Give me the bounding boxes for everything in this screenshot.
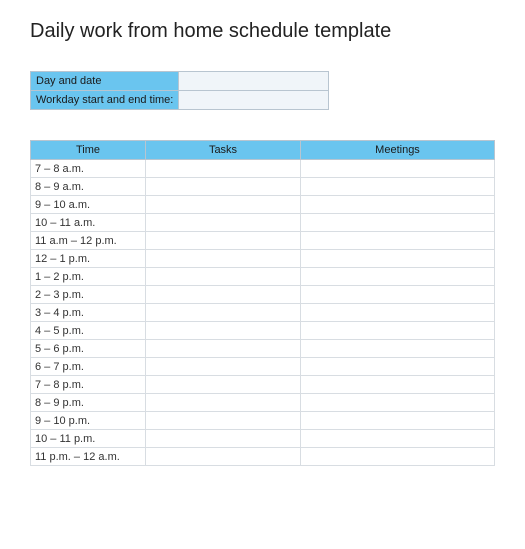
info-label: Workday start and end time: [31,91,179,110]
schedule-header-row: Time Tasks Meetings [31,141,495,160]
info-row: Day and date [31,72,329,91]
cell-meetings[interactable] [301,430,495,448]
cell-meetings[interactable] [301,448,495,466]
table-row: 10 – 11 p.m. [31,430,495,448]
table-row: 6 – 7 p.m. [31,358,495,376]
info-row: Workday start and end time: [31,91,329,110]
table-row: 3 – 4 p.m. [31,304,495,322]
info-label: Day and date [31,72,179,91]
table-row: 5 – 6 p.m. [31,340,495,358]
cell-time: 9 – 10 p.m. [31,412,146,430]
cell-tasks[interactable] [146,196,301,214]
cell-time: 11 a.m – 12 p.m. [31,232,146,250]
table-row: 11 a.m – 12 p.m. [31,232,495,250]
cell-meetings[interactable] [301,340,495,358]
cell-tasks[interactable] [146,268,301,286]
cell-tasks[interactable] [146,376,301,394]
cell-meetings[interactable] [301,286,495,304]
cell-time: 6 – 7 p.m. [31,358,146,376]
cell-meetings[interactable] [301,160,495,178]
cell-meetings[interactable] [301,358,495,376]
table-row: 8 – 9 p.m. [31,394,495,412]
page-title: Daily work from home schedule template [30,20,495,43]
cell-tasks[interactable] [146,304,301,322]
cell-tasks[interactable] [146,232,301,250]
table-row: 9 – 10 a.m. [31,196,495,214]
cell-tasks[interactable] [146,322,301,340]
info-value[interactable] [179,91,329,110]
table-row: 11 p.m. – 12 a.m. [31,448,495,466]
schedule-table: Time Tasks Meetings 7 – 8 a.m.8 – 9 a.m.… [30,140,495,466]
cell-time: 10 – 11 a.m. [31,214,146,232]
cell-meetings[interactable] [301,196,495,214]
cell-time: 5 – 6 p.m. [31,340,146,358]
info-value[interactable] [179,72,329,91]
cell-time: 12 – 1 p.m. [31,250,146,268]
header-tasks: Tasks [146,141,301,160]
cell-meetings[interactable] [301,214,495,232]
cell-meetings[interactable] [301,304,495,322]
header-meetings: Meetings [301,141,495,160]
cell-meetings[interactable] [301,268,495,286]
cell-time: 9 – 10 a.m. [31,196,146,214]
cell-time: 7 – 8 a.m. [31,160,146,178]
cell-time: 8 – 9 a.m. [31,178,146,196]
cell-tasks[interactable] [146,286,301,304]
cell-meetings[interactable] [301,250,495,268]
cell-meetings[interactable] [301,178,495,196]
cell-tasks[interactable] [146,394,301,412]
cell-time: 1 – 2 p.m. [31,268,146,286]
cell-time: 10 – 11 p.m. [31,430,146,448]
cell-tasks[interactable] [146,250,301,268]
cell-time: 8 – 9 p.m. [31,394,146,412]
cell-meetings[interactable] [301,322,495,340]
cell-time: 2 – 3 p.m. [31,286,146,304]
info-table: Day and dateWorkday start and end time: [30,71,329,110]
table-row: 7 – 8 p.m. [31,376,495,394]
cell-time: 3 – 4 p.m. [31,304,146,322]
cell-tasks[interactable] [146,412,301,430]
cell-time: 11 p.m. – 12 a.m. [31,448,146,466]
cell-tasks[interactable] [146,214,301,232]
cell-tasks[interactable] [146,358,301,376]
cell-tasks[interactable] [146,448,301,466]
table-row: 4 – 5 p.m. [31,322,495,340]
table-row: 7 – 8 a.m. [31,160,495,178]
header-time: Time [31,141,146,160]
cell-tasks[interactable] [146,178,301,196]
table-row: 1 – 2 p.m. [31,268,495,286]
table-row: 8 – 9 a.m. [31,178,495,196]
cell-meetings[interactable] [301,376,495,394]
table-row: 12 – 1 p.m. [31,250,495,268]
cell-meetings[interactable] [301,232,495,250]
cell-tasks[interactable] [146,430,301,448]
cell-meetings[interactable] [301,412,495,430]
table-row: 10 – 11 a.m. [31,214,495,232]
table-row: 9 – 10 p.m. [31,412,495,430]
cell-meetings[interactable] [301,394,495,412]
cell-tasks[interactable] [146,160,301,178]
table-row: 2 – 3 p.m. [31,286,495,304]
cell-time: 4 – 5 p.m. [31,322,146,340]
cell-tasks[interactable] [146,340,301,358]
cell-time: 7 – 8 p.m. [31,376,146,394]
